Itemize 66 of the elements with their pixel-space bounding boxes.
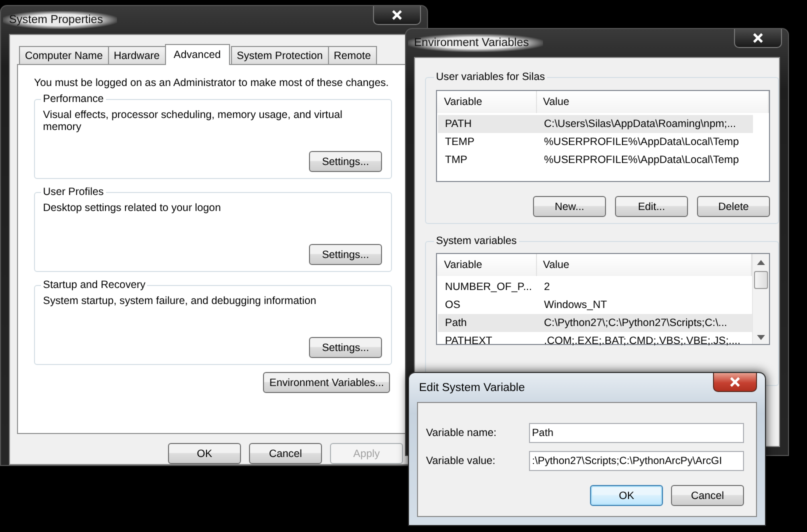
dialog-button[interactable]: OK [168,443,241,464]
scroll-down-icon[interactable] [757,335,765,340]
group-title: Startup and Recovery [42,279,146,291]
table-cell-text: TMP [444,154,468,166]
tab[interactable]: Computer Name [19,46,109,64]
close-icon [752,33,764,43]
tab[interactable]: Hardware [108,46,166,64]
group-title: User variables for Silas [435,71,546,83]
window-title: Edit System Variable [418,382,525,394]
scroll-thumb[interactable] [754,271,768,289]
column-header[interactable]: Variable [437,91,537,113]
close-button[interactable] [373,6,421,25]
close-button[interactable] [713,373,757,392]
input-field[interactable]: Path [529,423,744,443]
tab[interactable]: Advanced [164,44,230,65]
field-label: Variable name: [426,427,498,439]
table-cell-text: OS [444,299,462,311]
list-row[interactable]: PATH C:\Users\Silas\AppData\Roaming\npm;... [438,115,753,133]
group-title: System variables [435,235,518,247]
dialog-button[interactable]: Cancel [671,485,744,506]
settings-button[interactable]: Settings... [309,337,382,358]
close-button[interactable] [734,29,782,48]
table-cell-text: %USERPROFILE%\AppData\Local\Temp [543,136,740,148]
list-row[interactable]: NUMBER_OF_P... 2 [438,278,752,296]
table-cell-text: 2 [543,281,551,293]
settings-button[interactable]: Settings... [309,151,382,172]
table-cell-text: %USERPROFILE%\AppData\Local\Temp [543,154,740,166]
close-icon [729,377,741,387]
list-button[interactable]: Edit... [615,196,688,217]
table-cell-text: .COM;.EXE;.BAT;.CMD;.VBS;.VBE;.JS;.... [543,335,742,347]
column-header[interactable]: Value [537,91,769,113]
close-icon [391,10,403,20]
table-cell-text: C:\Users\Silas\AppData\Roaming\npm;... [543,118,737,130]
settings-button[interactable]: Settings... [309,244,382,265]
window-title: Environment Variables [408,34,543,52]
group-description: Visual effects, processor scheduling, memory usage, and virtual memory [43,109,344,133]
scroll-up-icon[interactable] [757,260,765,265]
window-title: System Properties [3,11,117,29]
table-cell-text: C:\Python27\;C:\Python27\Scripts;C:\... [543,317,728,329]
admin-note: You must be logged on as an Administrator to make most of these changes. [34,77,390,89]
list-button[interactable]: New... [533,196,606,217]
dialog-button[interactable]: OK [590,485,663,506]
dialog-button[interactable]: Cancel [249,443,322,464]
list-row[interactable]: TMP %USERPROFILE%\AppData\Local\Temp [438,151,753,169]
group-title: Performance [42,93,105,105]
scrollbar[interactable] [752,254,769,344]
table-cell-text: NUMBER_OF_P... [444,281,533,293]
group-description: Desktop settings related to your logon [43,202,222,214]
table-cell-text: Windows_NT [543,299,608,311]
column-header[interactable]: Variable [437,254,537,276]
list-row[interactable]: Path C:\Python27\;C:\Python27\Scripts;C:\... [438,314,752,332]
input-field[interactable]: :\Python27\Scripts;C:\PythonArcPy\ArcGI [529,451,744,471]
tab[interactable]: System Protection [230,46,329,64]
tab[interactable]: Remote [328,46,377,64]
table-cell-text: TEMP [444,136,476,148]
field-label: Variable value: [426,455,496,467]
table-cell-text: Path [444,317,468,329]
environment-variables-button[interactable]: Environment Variables... [263,372,390,393]
list-row[interactable]: PATHEXT .COM;.EXE;.BAT;.CMD;.VBS;.VBE;.JS;.... [438,332,752,350]
list-row[interactable]: OS Windows_NT [438,296,752,314]
group-title: User Profiles [42,186,105,198]
table-cell-text: PATHEXT [444,335,494,347]
group-description: System startup, system failure, and debugging information [43,295,318,307]
table-cell-text: PATH [444,118,473,130]
list-row[interactable]: TEMP %USERPROFILE%\AppData\Local\Temp [438,133,753,151]
list-button[interactable]: Delete [697,196,770,217]
